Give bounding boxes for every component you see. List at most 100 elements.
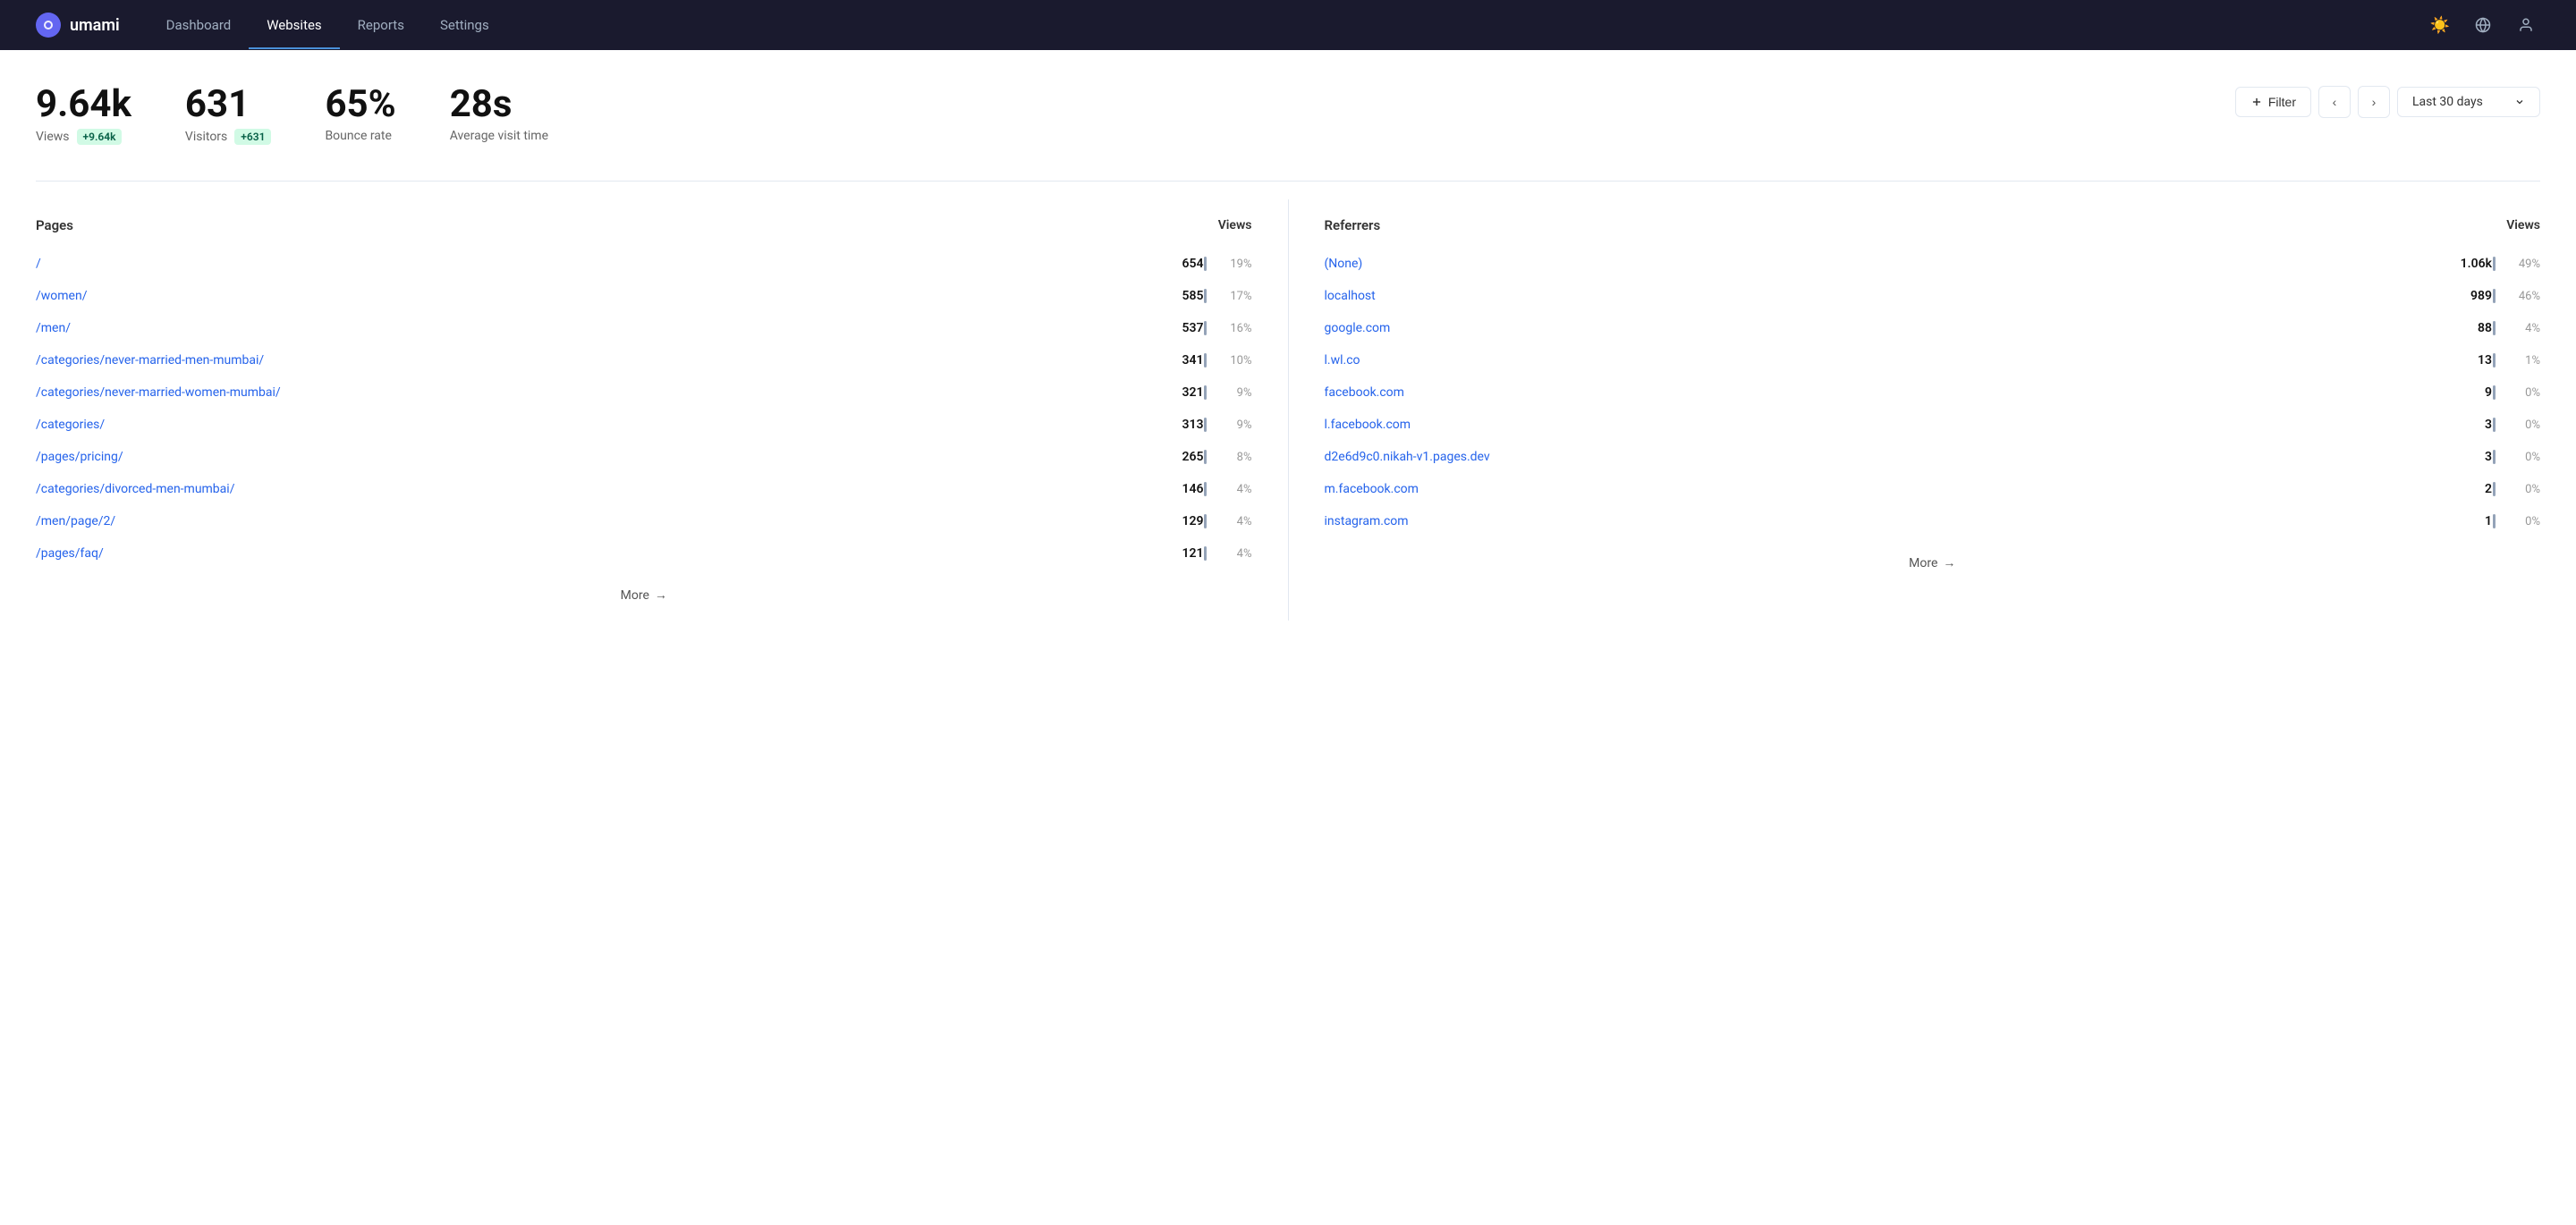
table-row: localhost 989 46% <box>1325 280 2541 312</box>
referrer-views: 1.06k <box>2305 248 2492 280</box>
referrer-views: 2 <box>2305 473 2492 505</box>
table-row: l.wl.co 13 1% <box>1325 344 2541 376</box>
stat-visit-time-label: Average visit time <box>450 129 548 143</box>
page-views: 654 <box>1109 248 1203 280</box>
nav-dashboard[interactable]: Dashboard <box>148 1 250 49</box>
table-row: m.facebook.com 2 0% <box>1325 473 2541 505</box>
table-row: instagram.com 1 0% <box>1325 505 2541 537</box>
stat-views-label: Views <box>36 130 70 144</box>
page-views: 537 <box>1109 312 1203 344</box>
referrer-views: 9 <box>2305 376 2492 409</box>
table-row: /pages/faq/ 121 4% <box>36 537 1252 570</box>
page-path[interactable]: /women/ <box>36 280 1109 312</box>
page-pct: 17% <box>1208 280 1252 312</box>
referrer-pct: 4% <box>2496 312 2540 344</box>
controls: Filter ‹ › Last 30 days <box>2235 86 2540 118</box>
page-views: 313 <box>1109 409 1203 441</box>
filter-button[interactable]: Filter <box>2235 87 2311 117</box>
stat-bounce-label: Bounce rate <box>325 129 391 143</box>
table-row: facebook.com 9 0% <box>1325 376 2541 409</box>
page-pct: 4% <box>1208 473 1252 505</box>
next-period-button[interactable]: › <box>2358 86 2390 118</box>
table-row: /categories/never-married-men-mumbai/ 34… <box>36 344 1252 376</box>
page-pct: 9% <box>1208 409 1252 441</box>
referrer-path[interactable]: l.facebook.com <box>1325 409 2305 441</box>
page-path[interactable]: /categories/ <box>36 409 1109 441</box>
pages-more-arrow: → <box>655 587 667 603</box>
brand-icon <box>36 13 61 38</box>
nav-links: Dashboard Websites Reports Settings <box>148 1 2397 49</box>
table-row: l.facebook.com 3 0% <box>1325 409 2541 441</box>
referrer-path[interactable]: google.com <box>1325 312 2305 344</box>
stat-visitors-label-row: Visitors +631 <box>185 129 272 145</box>
divider-top <box>36 181 2540 182</box>
stat-bounce-value: 65% <box>325 86 395 123</box>
page-path[interactable]: /men/page/2/ <box>36 505 1109 537</box>
pages-table: / 654 19% /women/ 585 17% /men/ 537 16% … <box>36 248 1252 570</box>
referrers-table-header: Referrers Views <box>1325 217 2541 233</box>
filter-label: Filter <box>2268 95 2296 109</box>
referrer-pct: 0% <box>2496 505 2540 537</box>
page-path[interactable]: /pages/faq/ <box>36 537 1109 570</box>
user-menu-button[interactable] <box>2512 11 2540 39</box>
nav-settings[interactable]: Settings <box>422 1 507 49</box>
referrer-pct: 0% <box>2496 473 2540 505</box>
nav-reports[interactable]: Reports <box>340 1 422 49</box>
table-row: d2e6d9c0.nikah-v1.pages.dev 3 0% <box>1325 441 2541 473</box>
language-button[interactable] <box>2469 11 2497 39</box>
referrer-path[interactable]: l.wl.co <box>1325 344 2305 376</box>
referrers-more-link[interactable]: More → <box>1325 555 2541 570</box>
referrers-more-label: More <box>1909 556 1937 570</box>
page-views: 129 <box>1109 505 1203 537</box>
navbar: umami Dashboard Websites Reports Setting… <box>0 0 2576 50</box>
stat-visit-time: 28s Average visit time <box>450 86 548 143</box>
theme-toggle-button[interactable]: ☀️ <box>2426 11 2454 39</box>
page-path[interactable]: /categories/never-married-women-mumbai/ <box>36 376 1109 409</box>
referrer-path[interactable]: localhost <box>1325 280 2305 312</box>
stat-visitors-label: Visitors <box>185 130 227 144</box>
page-pct: 4% <box>1208 537 1252 570</box>
pages-more-label: More <box>621 588 649 603</box>
prev-period-button[interactable]: ‹ <box>2318 86 2351 118</box>
stats-bar: 9.64k Views +9.64k 631 Visitors +631 65%… <box>36 86 2540 145</box>
table-row: /men/page/2/ 129 4% <box>36 505 1252 537</box>
page-path[interactable]: /men/ <box>36 312 1109 344</box>
brand-name: umami <box>70 16 120 35</box>
referrer-views: 88 <box>2305 312 2492 344</box>
referrer-pct: 0% <box>2496 376 2540 409</box>
page-pct: 10% <box>1208 344 1252 376</box>
date-range-select[interactable]: Last 30 days <box>2397 87 2540 117</box>
page-path[interactable]: /pages/pricing/ <box>36 441 1109 473</box>
referrer-pct: 46% <box>2496 280 2540 312</box>
referrer-views: 13 <box>2305 344 2492 376</box>
page-path[interactable]: /categories/never-married-men-mumbai/ <box>36 344 1109 376</box>
table-row: (None) 1.06k 49% <box>1325 248 2541 280</box>
page-path[interactable]: / <box>36 248 1109 280</box>
referrer-path[interactable]: facebook.com <box>1325 376 2305 409</box>
referrer-path[interactable]: m.facebook.com <box>1325 473 2305 505</box>
date-range-label: Last 30 days <box>2412 95 2483 109</box>
pages-more-link[interactable]: More → <box>36 587 1252 603</box>
referrer-path[interactable]: instagram.com <box>1325 505 2305 537</box>
table-row: google.com 88 4% <box>1325 312 2541 344</box>
nav-websites[interactable]: Websites <box>249 1 339 49</box>
stat-visitors: 631 Visitors +631 <box>185 86 272 145</box>
referrers-more-arrow: → <box>1943 555 1955 570</box>
page-path[interactable]: /categories/divorced-men-mumbai/ <box>36 473 1109 505</box>
page-pct: 19% <box>1208 248 1252 280</box>
referrer-pct: 0% <box>2496 409 2540 441</box>
page-views: 265 <box>1109 441 1203 473</box>
tables-row: Pages Views / 654 19% /women/ 585 17% /m… <box>36 199 2540 621</box>
referrer-path[interactable]: d2e6d9c0.nikah-v1.pages.dev <box>1325 441 2305 473</box>
referrer-views: 1 <box>2305 505 2492 537</box>
referrer-views: 3 <box>2305 409 2492 441</box>
page-views: 341 <box>1109 344 1203 376</box>
referrers-table-title: Referrers <box>1325 217 1381 233</box>
table-row: /categories/never-married-women-mumbai/ … <box>36 376 1252 409</box>
table-row: /categories/divorced-men-mumbai/ 146 4% <box>36 473 1252 505</box>
page-views: 321 <box>1109 376 1203 409</box>
referrer-path[interactable]: (None) <box>1325 248 2305 280</box>
stat-views-label-row: Views +9.64k <box>36 129 131 145</box>
stat-bounce-label-row: Bounce rate <box>325 129 395 143</box>
referrers-col-header: Views <box>2506 218 2540 232</box>
